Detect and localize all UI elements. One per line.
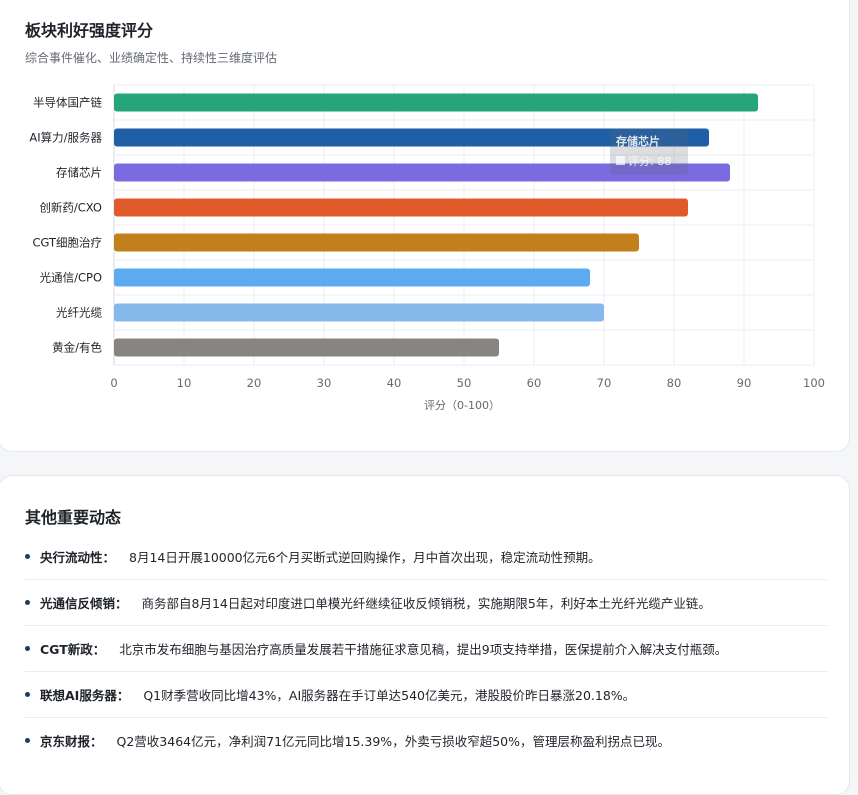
news-label: 央行流动性： [40, 550, 116, 565]
x-tick-label: 40 [387, 376, 402, 390]
bar[interactable] [114, 268, 590, 287]
bullet-icon [25, 692, 30, 697]
news-item: 央行流动性： 8月14日开展10000亿元6个月买断式逆回购操作，月中首次出现，稳… [25, 534, 827, 580]
news-text: 8月14日开展10000亿元6个月买断式逆回购操作，月中首次出现，稳定流动性预期… [129, 550, 601, 565]
x-tick-label: 70 [597, 376, 612, 390]
news-text: 北京市发布细胞与基因治疗高质量发展若干措施征求意见稿，提出9项支持举措，医保提前… [119, 642, 728, 657]
bullet-icon [25, 600, 30, 605]
category-label: 光纤光缆 [56, 306, 102, 320]
category-label: AI算力/服务器 [29, 131, 102, 145]
bar[interactable] [114, 233, 639, 252]
news-item: 光通信反倾销： 商务部自8月14日起对印度进口单模光纤继续征收反倾销税，实施期限5… [25, 580, 827, 626]
bullet-icon [25, 646, 30, 651]
category-label: CGT细胞治疗 [32, 236, 102, 250]
category-label: 半导体国产链 [33, 96, 102, 110]
news-list: 央行流动性： 8月14日开展10000亿元6个月买断式逆回购操作，月中首次出现，稳… [25, 534, 827, 763]
category-label: 存储芯片 [56, 166, 102, 180]
tooltip-title: 存储芯片 [616, 134, 660, 148]
news-label: CGT新政： [40, 642, 106, 657]
bar[interactable] [114, 303, 604, 322]
tooltip-swatch [616, 156, 625, 165]
news-item: 联想AI服务器： Q1财季营收同比增43%，AI服务器在手订单达540亿美元，港股… [25, 672, 827, 718]
news-item: CGT新政： 北京市发布细胞与基因治疗高质量发展若干措施征求意见稿，提出9项支持举… [25, 626, 827, 672]
x-tick-label: 90 [737, 376, 752, 390]
x-tick-label: 0 [110, 376, 117, 390]
news-label: 京东财报： [40, 734, 103, 749]
category-label: 黄金/有色 [52, 341, 102, 355]
x-axis-title: 评分（0-100） [424, 399, 500, 412]
news-title: 其他重要动态 [25, 508, 122, 527]
news-label: 联想AI服务器： [40, 688, 130, 703]
news-text: 商务部自8月14日起对印度进口单模光纤继续征收反倾销税，实施期限5年，利好本土光… [141, 596, 711, 611]
x-tick-label: 30 [317, 376, 332, 390]
bullet-icon [25, 554, 30, 559]
news-card: 其他重要动态 央行流动性： 8月14日开展10000亿元6个月买断式逆回购操作，月… [0, 475, 850, 795]
news-label: 光通信反倾销： [40, 596, 128, 611]
tooltip: 存储芯片评分: 88 [610, 129, 688, 175]
x-tick-label: 20 [247, 376, 262, 390]
bar-chart[interactable]: 半导体国产链AI算力/服务器存储芯片创新药/CXOCGT细胞治疗光通信/CPO光… [0, 1, 851, 441]
x-tick-label: 100 [803, 376, 825, 390]
news-item: 京东财报： Q2营收3464亿元，净利润71亿元同比增15.39%，外卖亏损收窄超… [25, 718, 827, 763]
news-text: Q1财季营收同比增43%，AI服务器在手订单达540亿美元，港股股价昨日暴涨20… [143, 688, 636, 703]
news-text: Q2营收3464亿元，净利润71亿元同比增15.39%，外卖亏损收窄超50%，管… [116, 734, 670, 749]
x-tick-label: 50 [457, 376, 472, 390]
bar[interactable] [114, 338, 499, 357]
x-tick-label: 80 [667, 376, 682, 390]
bar[interactable] [114, 198, 688, 217]
bullet-icon [25, 738, 30, 743]
category-label: 创新药/CXO [39, 201, 102, 215]
bar[interactable] [114, 93, 758, 112]
category-label: 光通信/CPO [40, 271, 102, 285]
x-tick-label: 60 [527, 376, 542, 390]
x-tick-label: 10 [177, 376, 192, 390]
tooltip-value: 评分: 88 [628, 155, 671, 168]
chart-card: 板块利好强度评分 综合事件催化、业绩确定性、持续性三维度评估 半导体国产链 AI算… [0, 0, 850, 452]
